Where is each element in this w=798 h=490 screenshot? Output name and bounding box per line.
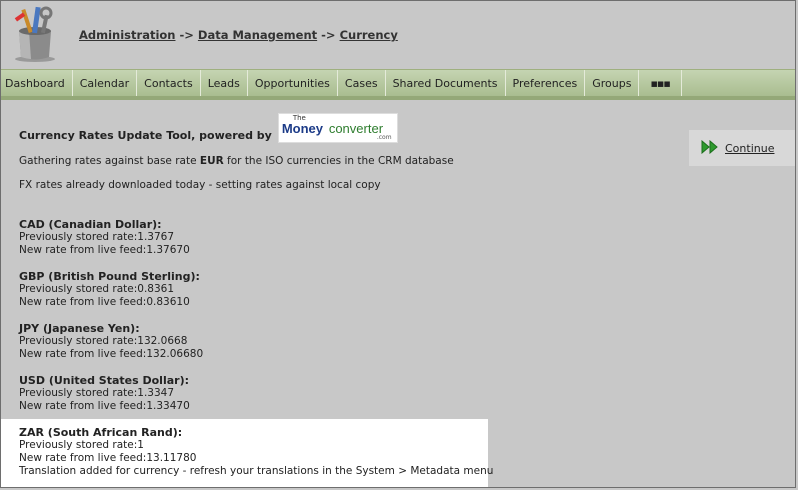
breadcrumb-separator: -> — [179, 28, 194, 42]
stored-rate: Previously stored rate:132.0668 — [19, 335, 188, 347]
tab-preferences[interactable]: Preferences — [506, 70, 586, 96]
continue-label: Continue — [725, 141, 775, 155]
gathering-text: Gathering rates against base rate EUR fo… — [19, 155, 454, 167]
more-tabs-button[interactable]: ▪▪▪ — [639, 70, 682, 96]
new-rate: New rate from live feed:132.06680 — [19, 348, 204, 360]
continue-button[interactable]: Continue — [689, 130, 795, 166]
breadcrumb-data-management[interactable]: Data Management — [198, 28, 317, 42]
app-frame: Administration -> Data Management -> Currenc… — [0, 0, 796, 488]
main-content: Currency Rates Update Tool, powered by T… — [19, 113, 659, 191]
currency-block-usd: USD (United States Dollar): Previously s… — [19, 374, 190, 413]
tab-cases[interactable]: Cases — [338, 70, 386, 96]
page-title: Currency Rates Update Tool, powered by — [19, 129, 272, 142]
currency-block-gbp: GBP (British Pound Sterling): Previously… — [19, 270, 200, 309]
breadcrumb: Administration -> Data Management -> Currenc… — [79, 28, 398, 42]
header: Administration -> Data Management -> Currenc… — [1, 1, 795, 69]
money-converter-logo[interactable]: The Money converter .com — [277, 113, 398, 143]
currency-block-jpy: JPY (Japanese Yen): Previously stored ra… — [19, 322, 203, 361]
new-rate: New rate from live feed:13.11780 — [19, 452, 197, 464]
translation-note: Translation added for currency - refresh… — [19, 465, 494, 477]
currency-name: JPY (Japanese Yen): — [19, 322, 140, 335]
currency-name: ZAR (South African Rand): — [19, 426, 183, 439]
currency-block-cad: CAD (Canadian Dollar): Previously stored… — [19, 218, 190, 257]
fast-forward-icon — [701, 139, 719, 157]
stored-rate: Previously stored rate:1 — [19, 439, 144, 451]
tab-groups[interactable]: Groups — [585, 70, 640, 96]
main-nav: Dashboard Calendar Contacts Leads Opport… — [1, 69, 795, 100]
currency-name: CAD (Canadian Dollar): — [19, 218, 162, 231]
logo-text: .com — [376, 134, 392, 141]
logo-text: converter — [328, 121, 384, 136]
stored-rate: Previously stored rate:1.3347 — [19, 387, 175, 399]
admin-tools-icon — [9, 5, 63, 63]
fx-note: FX rates already downloaded today - sett… — [19, 179, 381, 191]
tab-calendar[interactable]: Calendar — [73, 70, 138, 96]
tab-opportunities[interactable]: Opportunities — [248, 70, 338, 96]
breadcrumb-separator: -> — [321, 28, 336, 42]
stored-rate: Previously stored rate:0.8361 — [19, 283, 175, 295]
tab-contacts[interactable]: Contacts — [137, 70, 201, 96]
new-rate: New rate from live feed:0.83610 — [19, 296, 190, 308]
tab-leads[interactable]: Leads — [201, 70, 248, 96]
currency-name: GBP (British Pound Sterling): — [19, 270, 200, 283]
stored-rate: Previously stored rate:1.3767 — [19, 231, 175, 243]
breadcrumb-administration[interactable]: Administration — [79, 28, 176, 42]
new-rate: New rate from live feed:1.33470 — [19, 400, 190, 412]
new-rate: New rate from live feed:1.37670 — [19, 244, 190, 256]
logo-text: Money — [281, 121, 323, 136]
currency-name: USD (United States Dollar): — [19, 374, 190, 387]
tab-dashboard[interactable]: Dashboard — [1, 70, 73, 96]
tab-shared-documents[interactable]: Shared Documents — [386, 70, 506, 96]
breadcrumb-currency[interactable]: Currency — [340, 28, 398, 42]
base-currency: EUR — [199, 155, 224, 167]
currency-block-zar: ZAR (South African Rand): Previously sto… — [19, 426, 493, 478]
